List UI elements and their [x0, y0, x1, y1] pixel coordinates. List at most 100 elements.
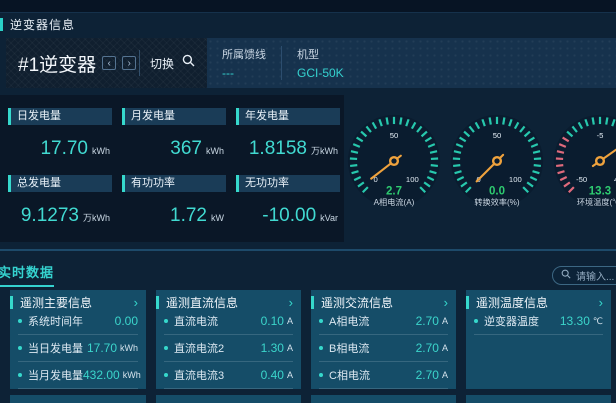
page-title: 逆变器信息 [10, 16, 75, 33]
chevron-right-icon[interactable]: › [599, 296, 603, 309]
panel-header[interactable]: 遥测温度信息› [466, 290, 611, 306]
telemetry-row: 当日发电量17.70kWh [18, 335, 138, 362]
search-icon[interactable] [182, 54, 195, 72]
telemetry-row-label: 当月发电量 [28, 367, 83, 383]
telemetry-panel-partial [311, 395, 456, 403]
panel-title: 遥测温度信息 [476, 294, 548, 311]
stat-card-label: 日发电量 [8, 108, 112, 125]
svg-text:100: 100 [406, 175, 419, 184]
telemetry-row-value: 0.10 [261, 314, 284, 328]
telemetry-row: 当月发电量432.00kWh [18, 362, 138, 389]
svg-text:50: 50 [390, 131, 399, 140]
bullet-icon [18, 373, 22, 377]
panel-header[interactable]: 遥测直流信息› [156, 290, 301, 306]
telemetry-panel: 遥测交流信息› A相电流2.70A B相电流 2.70A C相电流2.70A [311, 290, 456, 389]
telemetry-row-label: A相电流 [329, 313, 369, 329]
info-field-label: 机型 [297, 46, 344, 62]
telemetry-panel: 遥测主要信息›系统时间年0.00当日发电量17.70kWh当月发电量432.00… [10, 290, 146, 389]
panel-accent-bar [156, 296, 159, 309]
telemetry-row-unit: ℃ [593, 316, 603, 327]
svg-text:50: 50 [493, 131, 502, 140]
telemetry-row-unit: A [287, 343, 293, 353]
stat-card: 日发电量 17.70kWh [8, 108, 112, 160]
telemetry-row-value: 2.70 [416, 341, 439, 355]
chevron-right-icon[interactable]: › [289, 296, 293, 309]
telemetry-panel-partial [466, 395, 611, 403]
chevron-right-icon[interactable]: › [444, 296, 448, 309]
bullet-icon [319, 373, 323, 377]
stat-card-value-row: 1.8158万kWh [236, 138, 340, 160]
search-placeholder: 请输入... [576, 268, 614, 283]
stat-card-value: 367 [170, 138, 202, 160]
telemetry-row-label: 当日发电量 [28, 340, 83, 356]
info-field-label: 所属馈线 [222, 46, 266, 62]
device-info-field: 机型GCI-50K [281, 46, 359, 80]
telemetry-row-value: 13.30 [560, 314, 590, 328]
telemetry-row-unit: kWh [120, 343, 138, 353]
stats-panel: 日发电量 17.70kWh 月发电量 367 kWh 年发电量 1.8158万kWh 总发电量… [0, 95, 344, 242]
chevron-right-icon[interactable]: › [134, 296, 138, 309]
device-name: #1逆变器 [18, 50, 96, 77]
stat-card-value-row: 17.70kWh [8, 138, 112, 160]
telemetry-row-unit: A [287, 316, 293, 326]
telemetry-panel: 遥测直流信息›直流电流0.10A直流电流21.30A直流电流30.40A [156, 290, 301, 389]
header-accent-bar [0, 18, 3, 31]
stat-card-unit: kWh [206, 146, 224, 156]
switch-device-button[interactable]: 切换 [150, 55, 174, 72]
svg-text:-5: -5 [597, 131, 604, 140]
gauges-row: 0501002.7A相电流(A)0501000.0转换效率(%)-50-5401… [346, 113, 616, 209]
gauge-环境温度(℃): -50-54013.3环境温度(℃) [552, 113, 616, 209]
telemetry-row-label: B相电流 [329, 340, 369, 356]
stat-card: 有功功率1.72kW [122, 175, 226, 227]
stat-card-unit: 万kWh [311, 144, 338, 157]
stat-card-label: 月发电量 [122, 108, 226, 125]
gauge-label: A相电流(A) [374, 197, 415, 207]
gauge-A相电流(A): 0501002.7A相电流(A) [346, 113, 442, 209]
bullet-icon [18, 346, 22, 350]
stat-card-value-row: -10.00kVar [236, 205, 340, 227]
panel-title: 遥测直流信息 [166, 294, 238, 311]
telemetry-row-label: 直流电流2 [174, 340, 224, 356]
telemetry-row-unit: kWh [123, 370, 141, 380]
telemetry-row: C相电流2.70A [319, 362, 448, 389]
panel-title: 遥测主要信息 [20, 294, 92, 311]
panel-accent-bar [10, 296, 13, 309]
panel-header[interactable]: 遥测主要信息› [10, 290, 146, 306]
telemetry-row: 直流电流21.30A [164, 335, 293, 362]
stat-card: 无功功率-10.00kVar [236, 175, 340, 227]
telemetry-row: 系统时间年0.00 [18, 308, 138, 335]
panel-header[interactable]: 遥测交流信息› [311, 290, 456, 306]
gauge-转换效率(%): 0501000.0转换效率(%) [449, 113, 545, 209]
stat-card-label: 总发电量 [8, 175, 112, 192]
device-info-field: 所属馈线--- [207, 46, 281, 80]
vertical-divider [139, 50, 140, 76]
stat-card-value: 1.72 [170, 205, 207, 227]
search-icon [561, 269, 571, 282]
telemetry-row-label: 逆变器温度 [484, 313, 539, 329]
next-device-button[interactable]: › [122, 56, 136, 70]
realtime-search-input[interactable]: 请输入... [552, 266, 616, 285]
gauge-value: 2.7 [386, 186, 402, 198]
stat-card: 月发电量 367 kWh [122, 108, 226, 160]
telemetry-row-unit: A [287, 370, 293, 380]
stat-card: 年发电量 1.8158万kWh [236, 108, 340, 160]
inverter-dashboard: 逆变器信息 #1逆变器 ‹ › 切换 所属馈线---机型GCI-50K 日发电量… [0, 0, 616, 403]
stat-card-unit: kVar [320, 213, 338, 223]
gauge-dial: 0501000.0转换效率(%) [449, 113, 545, 209]
telemetry-panel: 遥测温度信息›逆变器温度13.30℃ [466, 290, 611, 389]
gauge-dial: -50-54013.3环境温度(℃) [552, 113, 616, 209]
bullet-icon [164, 319, 168, 323]
prev-device-button[interactable]: ‹ [102, 56, 116, 70]
telemetry-panels-next-row [10, 395, 611, 403]
telemetry-row: A相电流2.70A [319, 308, 448, 335]
telemetry-row-unit: A [442, 343, 448, 353]
stat-card-label: 有功功率 [122, 175, 226, 192]
telemetry-row: 直流电流0.10A [164, 308, 293, 335]
stat-card-label: 年发电量 [236, 108, 340, 125]
stat-card-value-row: 367 kWh [122, 138, 226, 160]
telemetry-row-value: 0.00 [115, 314, 138, 328]
page-header: 逆变器信息 [0, 16, 75, 32]
svg-text:-50: -50 [576, 175, 587, 184]
telemetry-row-label: C相电流 [329, 367, 370, 383]
bullet-icon [164, 373, 168, 377]
